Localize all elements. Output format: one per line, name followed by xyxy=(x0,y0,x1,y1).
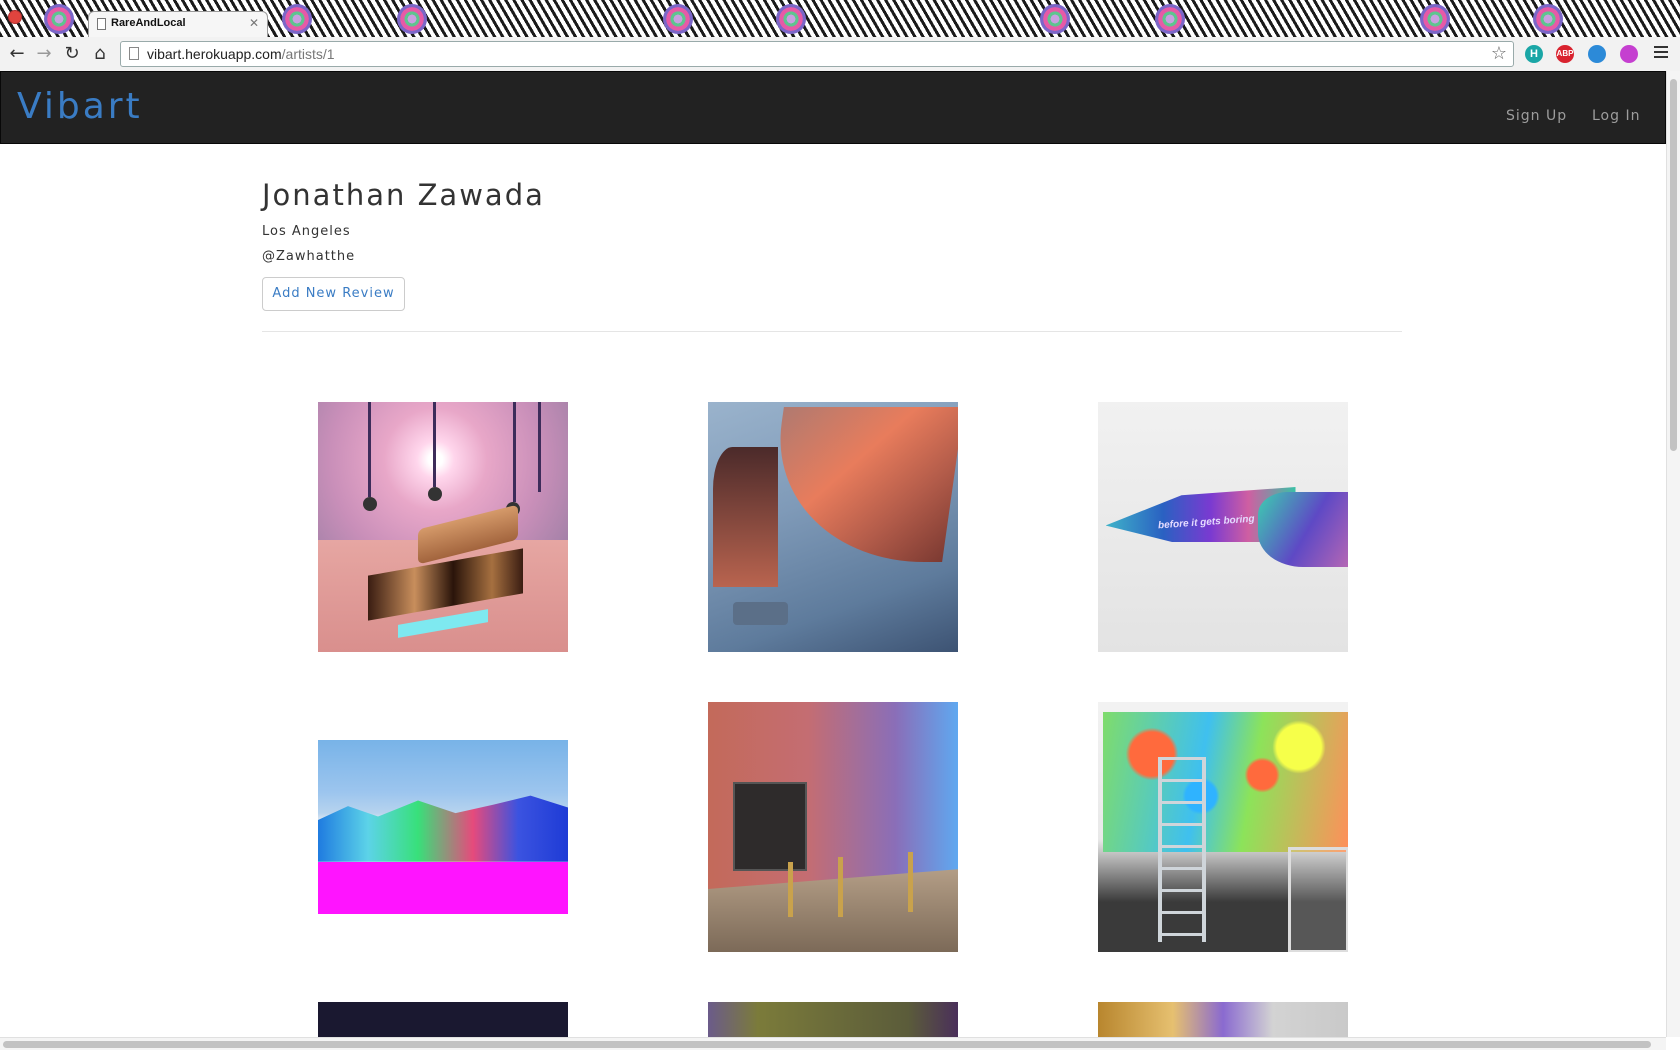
horizontal-scroll-thumb[interactable] xyxy=(3,1041,1651,1048)
browser-menu-icon[interactable] xyxy=(1654,46,1668,60)
url-path: /artists/1 xyxy=(281,46,335,62)
close-window-icon[interactable] xyxy=(8,10,22,24)
theme-pattern-icon xyxy=(1155,4,1185,34)
artist-handle: @Zawhatthe xyxy=(262,249,356,264)
theme-pattern-icon xyxy=(776,4,806,34)
honey-icon-label: H xyxy=(1530,48,1538,60)
artwork-5[interactable] xyxy=(708,702,958,952)
artist-name: Jonathan Zawada xyxy=(262,178,545,212)
artwork-detail xyxy=(1158,757,1206,942)
page-icon xyxy=(97,18,106,30)
artwork-detail xyxy=(428,487,442,501)
site-navbar: Vibart Sign Up Log In xyxy=(0,71,1666,144)
globe-icon[interactable] xyxy=(1588,45,1606,63)
artwork-2[interactable] xyxy=(708,402,958,652)
artwork-8[interactable] xyxy=(708,1002,958,1037)
bookmark-star-icon[interactable]: ☆ xyxy=(1491,43,1507,64)
artwork-1[interactable] xyxy=(318,402,568,652)
artist-location: Los Angeles xyxy=(262,224,351,239)
theme-pattern-icon xyxy=(397,4,427,34)
url-host: vibart.herokuapp.com xyxy=(147,46,282,62)
artwork-detail xyxy=(363,497,377,511)
artwork-detail xyxy=(713,447,778,587)
url-text[interactable]: vibart.herokuapp.com/artists/1 xyxy=(147,46,335,62)
signup-link[interactable]: Sign Up xyxy=(1506,108,1567,124)
artwork-detail xyxy=(838,857,843,917)
artwork-6[interactable] xyxy=(1098,702,1348,952)
artwork-detail xyxy=(538,402,541,492)
home-icon[interactable]: ⌂ xyxy=(89,43,111,65)
browser-toolbar: ← → ↻ ⌂ vibart.herokuapp.com/artists/1 ☆ xyxy=(0,37,1680,72)
color-wheel-icon[interactable] xyxy=(1620,45,1638,63)
artwork-detail xyxy=(433,402,436,487)
artwork-detail xyxy=(708,869,958,952)
artwork-detail xyxy=(318,861,568,914)
artwork-detail xyxy=(908,852,913,912)
back-icon[interactable]: ← xyxy=(6,43,28,65)
forward-icon[interactable]: → xyxy=(33,43,55,65)
artwork-detail xyxy=(513,402,516,502)
vertical-scroll-thumb[interactable] xyxy=(1670,79,1677,451)
main-content: Jonathan Zawada Los Angeles @Zawhatthe A… xyxy=(0,144,1666,1037)
close-tab-icon[interactable]: ✕ xyxy=(249,16,259,30)
artwork-detail xyxy=(788,862,793,917)
artwork-detail xyxy=(1288,847,1348,952)
adblock-icon-label: ABP xyxy=(1556,49,1574,58)
section-divider xyxy=(262,331,1402,332)
adblock-icon[interactable]: ABP xyxy=(1556,45,1574,63)
login-link[interactable]: Log In xyxy=(1592,108,1640,124)
artwork-detail xyxy=(318,795,568,862)
artwork-detail xyxy=(1258,492,1348,567)
browser-tab[interactable]: RareAndLocal ✕ xyxy=(88,11,268,37)
add-review-button[interactable]: Add New Review xyxy=(262,277,405,311)
theme-pattern-icon xyxy=(663,4,693,34)
artwork-4[interactable] xyxy=(318,740,568,914)
artwork-7[interactable] xyxy=(318,1002,568,1037)
theme-pattern-icon xyxy=(282,4,312,34)
artwork-detail xyxy=(733,602,788,625)
artwork-detail xyxy=(733,782,807,871)
vertical-scrollbar[interactable] xyxy=(1666,71,1680,1037)
artwork-3[interactable]: before it gets boring xyxy=(1098,402,1348,652)
page-icon xyxy=(129,47,139,60)
artwork-detail xyxy=(368,402,371,497)
horizontal-scrollbar[interactable] xyxy=(0,1037,1666,1050)
tab-title: RareAndLocal xyxy=(111,17,186,29)
browser-tabstrip: RareAndLocal ✕ xyxy=(0,0,1680,37)
artwork-9[interactable] xyxy=(1098,1002,1348,1037)
honey-icon[interactable]: H xyxy=(1525,45,1543,63)
theme-pattern-icon xyxy=(44,4,74,34)
theme-pattern-icon xyxy=(1533,4,1563,34)
artwork-detail xyxy=(1103,712,1348,852)
address-bar[interactable]: vibart.herokuapp.com/artists/1 ☆ xyxy=(120,41,1514,67)
theme-pattern-icon xyxy=(1420,4,1450,34)
theme-pattern-icon xyxy=(1040,4,1070,34)
reload-icon[interactable]: ↻ xyxy=(61,43,83,65)
brand-logo[interactable]: Vibart xyxy=(17,86,143,127)
artwork-detail xyxy=(762,407,958,562)
